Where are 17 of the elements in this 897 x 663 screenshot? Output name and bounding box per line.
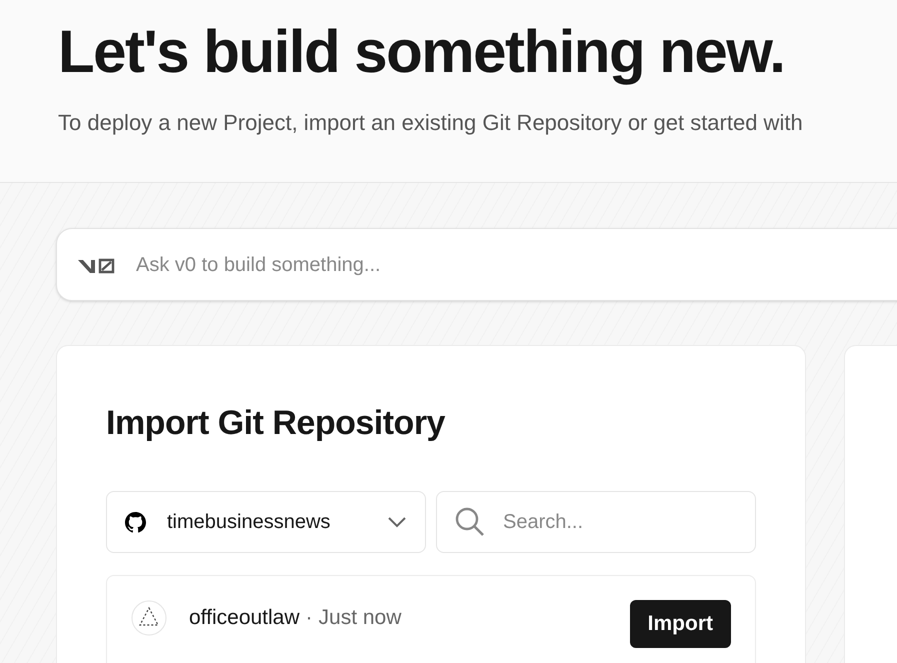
chevron-down-icon xyxy=(387,516,407,528)
github-icon xyxy=(125,512,146,532)
search-icon xyxy=(455,507,485,537)
card-title: Import Git Repository xyxy=(106,403,446,444)
separator: · xyxy=(306,605,313,631)
placeholder-text: Ask v0 to build something... xyxy=(136,252,381,278)
account-select[interactable]: timebusinessnews xyxy=(106,491,426,553)
prompt-field[interactable]: Ask v0 to build something... xyxy=(56,228,897,301)
repo-name: officeoutlaw xyxy=(189,605,300,631)
repo-time: Just now xyxy=(318,605,402,631)
page-title: Let's build something new. xyxy=(58,17,786,87)
search-field[interactable]: Search... xyxy=(436,491,756,553)
repo-avatar-icon xyxy=(131,600,167,636)
account-name: timebusinessnews xyxy=(167,510,330,535)
placeholder-text: Search... xyxy=(503,510,584,535)
import-button[interactable]: Import xyxy=(630,600,731,648)
page-subtitle: To deploy a new Project, import an existing Git Repository or get started with xyxy=(58,109,804,137)
